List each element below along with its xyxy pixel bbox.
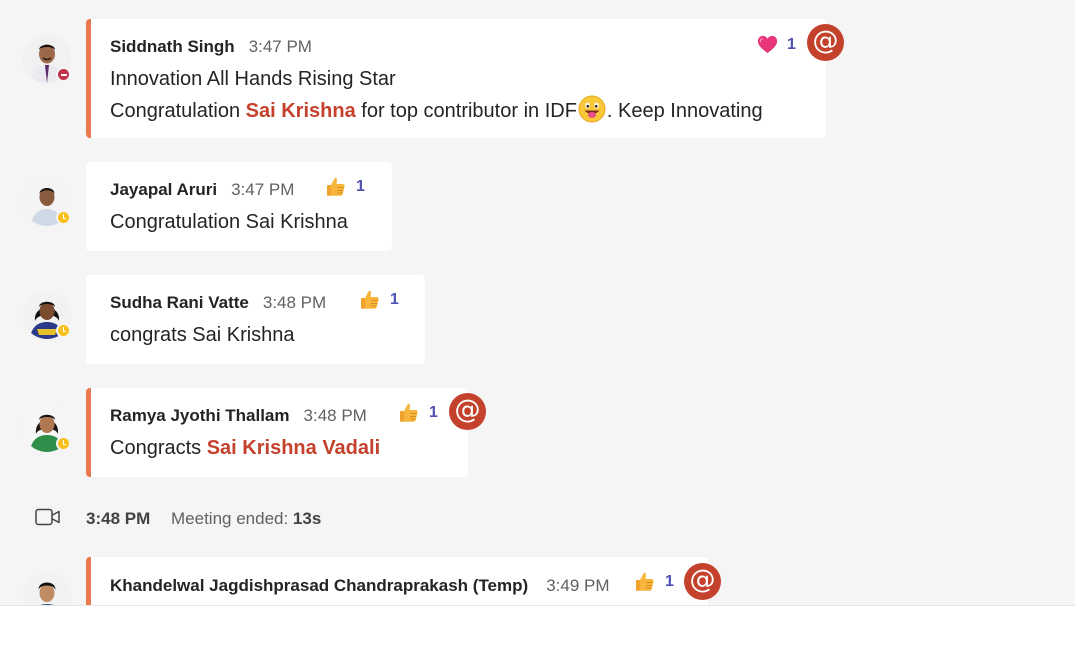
chat-message: Ramya Jyothi Thallam 3:48 PM Congracts Sa… xyxy=(0,388,1075,478)
message-text: Congratulation xyxy=(110,100,246,122)
message-header: Siddnath Singh 3:47 PM xyxy=(110,37,312,57)
grinning-tongue-emoji-icon xyxy=(577,94,607,124)
reaction-count: 1 xyxy=(429,404,438,421)
chat-message: Siddnath Singh 3:47 PM Innovation All Han… xyxy=(0,19,1075,139)
message-text: Congratulation Sai Krishna xyxy=(110,211,348,233)
message-header: Sudha Rani Vatte 3:48 PM xyxy=(110,293,326,313)
message-timestamp: 3:48 PM xyxy=(262,293,327,312)
message-line-body: Congracts Sai Krishna Vadali xyxy=(110,433,380,463)
message-text: Congracts xyxy=(110,437,207,459)
chat-message-list[interactable]: Siddnath Singh 3:47 PM Innovation All Han… xyxy=(0,0,1075,605)
message-author[interactable]: Ramya Jyothi Thallam xyxy=(110,406,290,425)
event-timestamp: 3:48 PM xyxy=(86,509,151,528)
thumbs-up-icon xyxy=(633,570,657,594)
thumbs-up-icon xyxy=(397,401,421,425)
reaction-summary[interactable]: 1 xyxy=(756,33,796,56)
message-author[interactable]: Jayapal Aruri xyxy=(110,180,217,199)
message-timestamp: 3:48 PM xyxy=(303,406,367,425)
presence-away-icon xyxy=(56,323,71,338)
reaction-count: 1 xyxy=(356,178,365,195)
mention-at-icon: @ xyxy=(449,393,486,430)
reaction-summary[interactable]: 1 xyxy=(358,288,399,312)
presence-away-icon xyxy=(56,436,71,451)
thumbs-up-icon xyxy=(358,288,382,312)
message-author[interactable]: Sudha Rani Vatte xyxy=(110,293,249,312)
mention-at-icon: @ xyxy=(807,24,844,61)
reaction-summary[interactable]: 1 xyxy=(633,570,674,594)
compose-area[interactable] xyxy=(0,605,1075,648)
message-timestamp: 3:47 PM xyxy=(248,37,312,56)
event-label: Meeting ended: xyxy=(171,509,293,528)
message-text: . Keep Innovating xyxy=(606,100,763,122)
message-timestamp: 3:49 PM xyxy=(546,576,610,595)
message-author[interactable]: Khandelwal Jagdishprasad Chandraprakash … xyxy=(110,576,528,595)
reaction-summary[interactable]: 1 xyxy=(324,175,365,199)
mention-link[interactable]: Sai Krishna Vadali xyxy=(207,437,380,459)
avatar[interactable] xyxy=(23,573,71,605)
mention-link[interactable]: Sai Krishna xyxy=(246,100,356,122)
message-header: Khandelwal Jagdishprasad Chandraprakash … xyxy=(110,576,610,596)
event-text: Meeting ended: 13s xyxy=(171,509,321,529)
message-bubble[interactable]: Khandelwal Jagdishprasad Chandraprakash … xyxy=(86,557,708,605)
chat-message: Khandelwal Jagdishprasad Chandraprakash … xyxy=(0,557,1075,605)
presence-dnd-icon xyxy=(56,67,71,82)
reaction-count: 1 xyxy=(787,35,796,53)
reaction-summary[interactable]: 1 xyxy=(397,401,438,425)
message-line-body: Congratulation Sai Krishna for top contr… xyxy=(110,94,763,126)
message-text: for top contributor in IDF xyxy=(355,100,577,122)
heart-icon xyxy=(756,33,779,56)
message-timestamp: 3:47 PM xyxy=(231,180,295,199)
meeting-ended-event: 3:48 PM Meeting ended: 13s xyxy=(0,500,1075,536)
thumbs-up-icon xyxy=(324,175,348,199)
message-text: congrats Sai Krishna xyxy=(110,324,295,346)
presence-away-icon xyxy=(56,210,71,225)
message-header: Ramya Jyothi Thallam 3:48 PM xyxy=(110,406,367,426)
reaction-count: 1 xyxy=(390,291,399,308)
message-bubble[interactable]: Siddnath Singh 3:47 PM Innovation All Han… xyxy=(86,19,826,138)
message-author[interactable]: Siddnath Singh xyxy=(110,37,235,56)
chat-message: Sudha Rani Vatte 3:48 PM congrats Sai Kri… xyxy=(0,275,1075,365)
chat-message: Jayapal Aruri 3:47 PM Congratulation Sai … xyxy=(0,162,1075,252)
mention-at-icon: @ xyxy=(684,563,721,600)
message-line-title: Innovation All Hands Rising Star xyxy=(110,68,396,90)
message-header: Jayapal Aruri 3:47 PM xyxy=(110,180,294,200)
reaction-count: 1 xyxy=(665,573,674,590)
video-camera-icon xyxy=(35,508,60,526)
event-duration: 13s xyxy=(292,509,322,528)
